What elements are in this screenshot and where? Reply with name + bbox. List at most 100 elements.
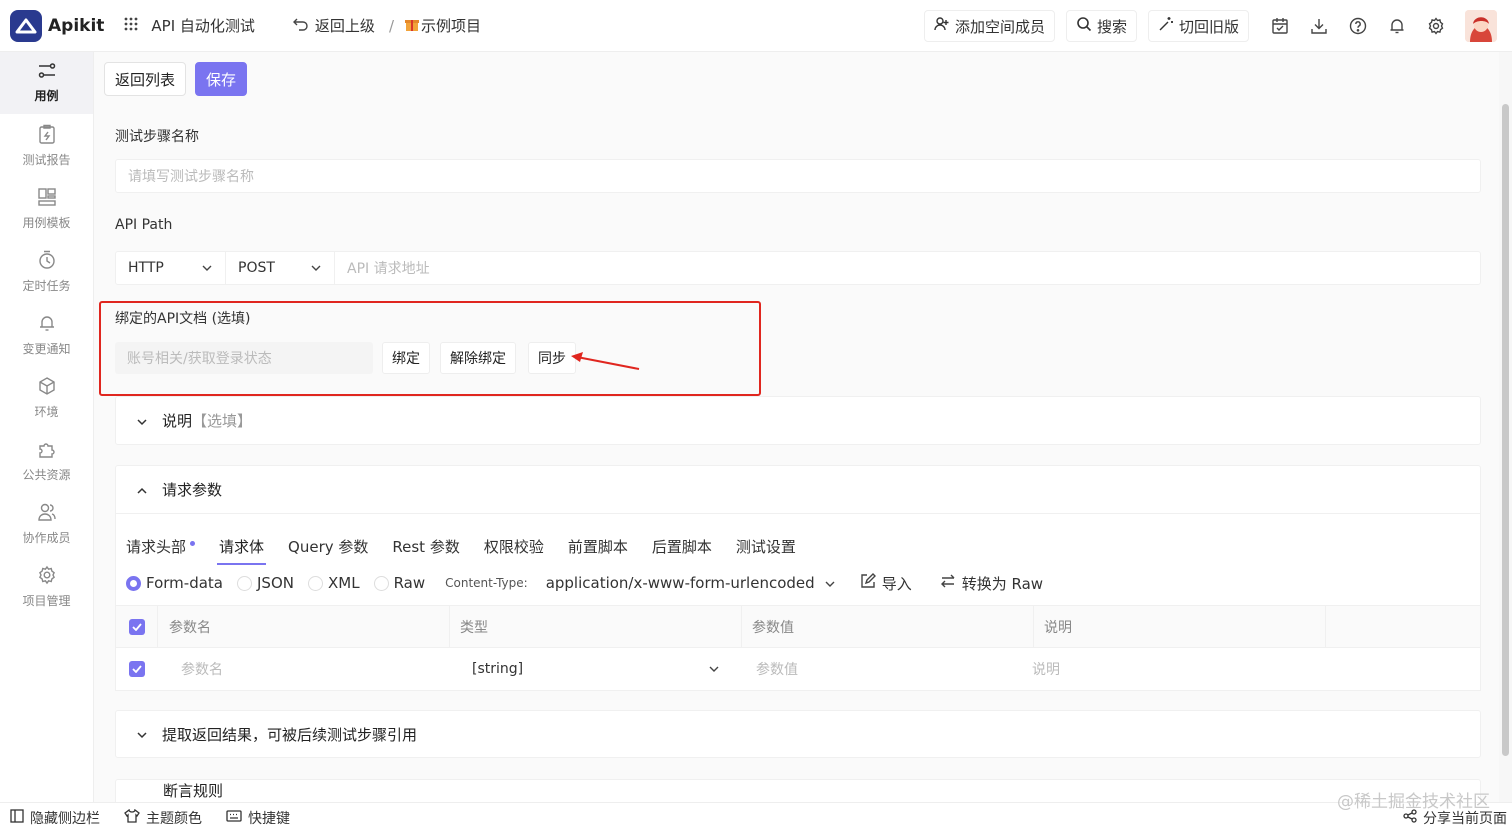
- extract-panel-header[interactable]: 提取返回结果，可被后续测试步骤引用: [116, 711, 1480, 757]
- grid-icon: [124, 17, 144, 35]
- description-panel-header[interactable]: 说明 【选填】: [116, 397, 1480, 444]
- case-icon: [37, 62, 57, 83]
- shirt-icon: [124, 808, 146, 827]
- project-link[interactable]: 示例项目: [404, 15, 481, 36]
- import-button[interactable]: 导入: [860, 573, 912, 594]
- request-tabs: 请求头部 请求体 Query 参数 Rest 参数 权限校验 前置脚本 后置脚本…: [126, 530, 820, 565]
- select-all-checkbox[interactable]: [116, 606, 158, 647]
- report-icon: [38, 124, 56, 147]
- left-sidebar: 用例 测试报告 用例模板 定时任务 变更通知 环境 公共资源 协作成员 项目管理: [0, 52, 94, 802]
- magic-wand-icon: [1158, 16, 1179, 36]
- tab-body[interactable]: 请求体: [217, 530, 267, 565]
- sidebar-item-cases[interactable]: 用例: [0, 52, 93, 114]
- content-type-select[interactable]: application/x-www-form-urlencoded: [546, 574, 836, 592]
- add-member-button[interactable]: 添加空间成员: [923, 10, 1055, 42]
- tab-post-script[interactable]: 后置脚本: [652, 530, 712, 562]
- sidebar-item-public-resources[interactable]: 公共资源: [0, 430, 93, 492]
- old-version-button[interactable]: 切回旧版: [1147, 10, 1249, 42]
- template-icon: [37, 187, 57, 210]
- environment-icon: [37, 376, 57, 399]
- content-type-label: Content-Type:: [445, 576, 528, 590]
- back-parent-link[interactable]: 返回上级: [292, 15, 375, 36]
- back-to-list-button[interactable]: 返回列表: [104, 62, 187, 96]
- search-icon: [1076, 16, 1097, 36]
- bound-doc-label: 绑定的API文档 (选填): [115, 311, 251, 327]
- chevron-down-icon: [310, 260, 322, 276]
- help-icon[interactable]: [1347, 15, 1369, 37]
- col-header-value: 参数值: [742, 606, 1034, 647]
- calendar-icon[interactable]: [1269, 15, 1291, 37]
- sidebar-item-project-management[interactable]: 项目管理: [0, 556, 93, 618]
- sidebar-item-environment[interactable]: 环境: [0, 367, 93, 429]
- chevron-down-icon: [824, 574, 836, 592]
- checkbox-checked-icon: [129, 661, 145, 677]
- app-logo[interactable]: Apikit: [10, 9, 105, 42]
- shortcuts-button[interactable]: 快捷键: [226, 808, 290, 828]
- chevron-down-icon: [201, 260, 213, 276]
- breadcrumb-separator: /: [388, 16, 394, 35]
- convert-raw-button[interactable]: 转换为 Raw: [940, 573, 1043, 594]
- tab-headers[interactable]: 请求头部: [126, 530, 196, 562]
- keyboard-icon: [226, 809, 248, 826]
- tab-rest[interactable]: Rest 参数: [392, 530, 459, 562]
- api-path-label: API Path: [115, 217, 173, 233]
- sidebar-item-collaborators[interactable]: 协作成员: [0, 493, 93, 555]
- notification-bell-icon[interactable]: [1386, 15, 1408, 37]
- editor-toolbar: 返回列表 保存: [104, 62, 248, 96]
- param-value-input[interactable]: 参数值: [720, 648, 1012, 690]
- apikit-logo-icon: [10, 9, 42, 42]
- chevron-down-icon: [136, 412, 162, 430]
- method-select[interactable]: POST: [226, 252, 335, 284]
- theme-color-button[interactable]: 主题颜色: [124, 808, 202, 828]
- tab-test-settings[interactable]: 测试设置: [736, 530, 796, 562]
- save-button[interactable]: 保存: [195, 62, 248, 96]
- status-dot: [190, 540, 196, 546]
- settings-gear-icon[interactable]: [1425, 15, 1447, 37]
- chevron-down-icon: [708, 661, 720, 677]
- radio-form-data[interactable]: Form-data: [126, 574, 223, 592]
- gear-icon: [37, 565, 57, 588]
- request-params-header[interactable]: 请求参数: [116, 466, 1480, 514]
- import-edit-icon: [860, 573, 876, 593]
- assert-panel-header[interactable]: 断言规则: [116, 780, 1480, 802]
- app-name: Apikit: [48, 15, 105, 36]
- tab-pre-script[interactable]: 前置脚本: [568, 530, 628, 562]
- api-path-input[interactable]: API 请求地址: [335, 258, 430, 278]
- radio-json[interactable]: JSON: [237, 574, 294, 592]
- unbind-button[interactable]: 解除绑定: [440, 342, 516, 374]
- param-name-input[interactable]: 参数名: [158, 648, 450, 690]
- tab-auth[interactable]: 权限校验: [484, 530, 544, 562]
- bind-button[interactable]: 绑定: [382, 342, 430, 374]
- annotation-arrow-icon: [571, 352, 640, 370]
- bell-icon: [37, 313, 57, 336]
- param-desc-input[interactable]: 说明: [1012, 648, 1304, 690]
- user-avatar[interactable]: [1465, 10, 1497, 42]
- radio-raw[interactable]: Raw: [373, 574, 425, 592]
- sidebar-item-test-report[interactable]: 测试报告: [0, 115, 93, 177]
- sidebar-item-case-template[interactable]: 用例模板: [0, 178, 93, 240]
- step-name-placeholder: 请填写测试步骤名称: [128, 169, 254, 185]
- row-checkbox[interactable]: [116, 648, 158, 690]
- step-name-input[interactable]: 请填写测试步骤名称: [115, 159, 1481, 193]
- extract-panel: 提取返回结果，可被后续测试步骤引用: [115, 710, 1481, 758]
- members-icon: [37, 502, 57, 525]
- protocol-select[interactable]: HTTP: [116, 252, 226, 284]
- description-panel: 说明 【选填】: [115, 396, 1481, 445]
- step-name-label: 测试步骤名称: [115, 129, 199, 145]
- timer-icon: [37, 250, 57, 273]
- bound-doc-input[interactable]: 账号相关/获取登录状态: [115, 342, 373, 374]
- radio-xml[interactable]: XML: [307, 574, 360, 592]
- sidebar-item-scheduled-tasks[interactable]: 定时任务: [0, 241, 93, 303]
- param-type-select[interactable]: [string]: [450, 648, 720, 690]
- col-header-type: 类型: [450, 606, 742, 647]
- checkbox-checked-icon: [128, 618, 145, 635]
- tab-query[interactable]: Query 参数: [288, 530, 368, 562]
- table-row: 参数名 [string] 参数值 说明: [116, 648, 1480, 690]
- hide-sidebar-button[interactable]: 隐藏侧边栏: [10, 808, 100, 828]
- download-icon[interactable]: [1308, 15, 1330, 37]
- add-user-icon: [934, 16, 955, 36]
- main-scrollbar[interactable]: [1499, 52, 1512, 802]
- search-button[interactable]: 搜索: [1065, 10, 1137, 42]
- sidebar-item-change-notify[interactable]: 变更通知: [0, 304, 93, 366]
- module-switcher[interactable]: API 自动化测试: [124, 15, 255, 36]
